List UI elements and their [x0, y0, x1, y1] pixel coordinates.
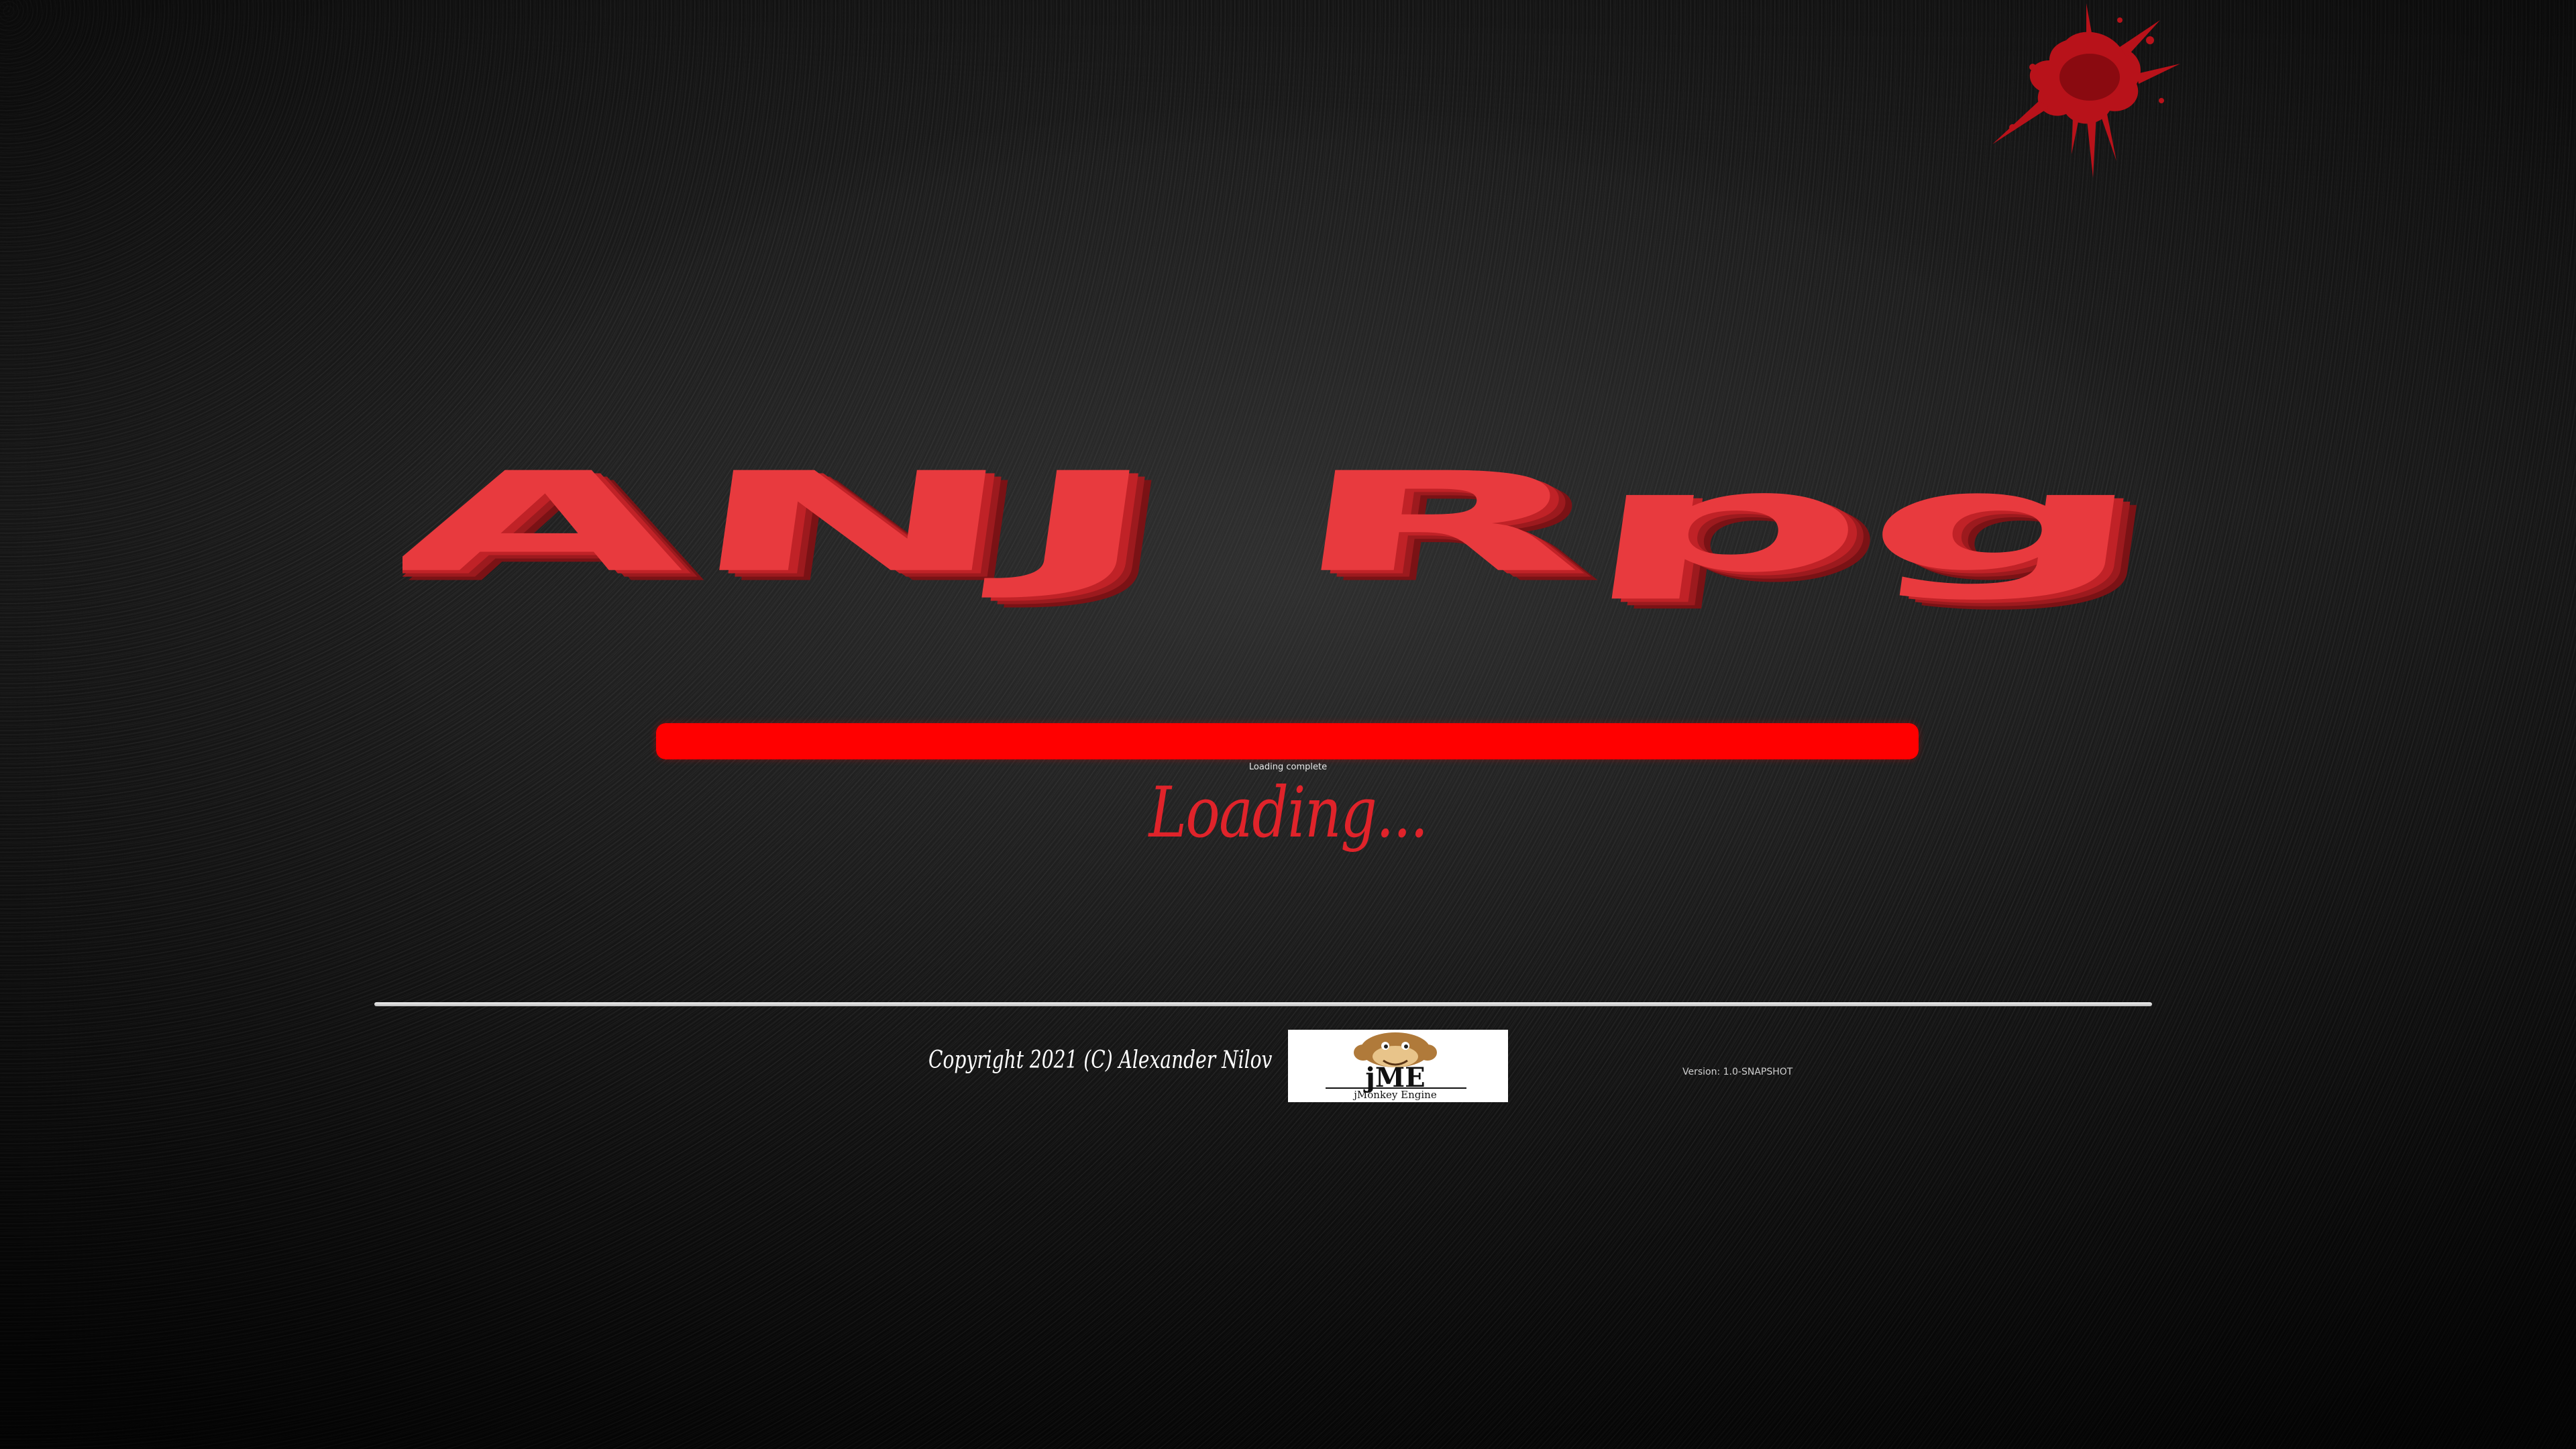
version-text: Version: 1.0-SNAPSHOT	[1682, 1067, 1793, 1077]
loading-status-text: Loading complete	[1248, 762, 1328, 772]
loading-label: Loading...	[1148, 771, 1428, 853]
game-title: ANJ Rpg	[402, 443, 2147, 602]
game-title-logo: ANJ Rpg ANJ Rpg ANJ Rpg ANJ Rpg	[402, 443, 2147, 612]
jme-logo-subtext: jMonkey Engine	[1352, 1089, 1437, 1101]
blood-splat-icon	[1992, 3, 2180, 178]
loading-progress-bar	[656, 723, 1919, 759]
loading-progress-fill	[656, 723, 1919, 759]
copyright-text: Copyright 2021 (C) Alexander Nilov	[928, 1046, 1273, 1074]
footer-divider	[374, 1002, 2152, 1006]
loading-screen: ANJ Rpg ANJ Rpg ANJ Rpg ANJ Rpg Loading …	[0, 0, 2576, 1449]
jme-logo-icon: jME jMonkey Engine	[1288, 1030, 1508, 1102]
